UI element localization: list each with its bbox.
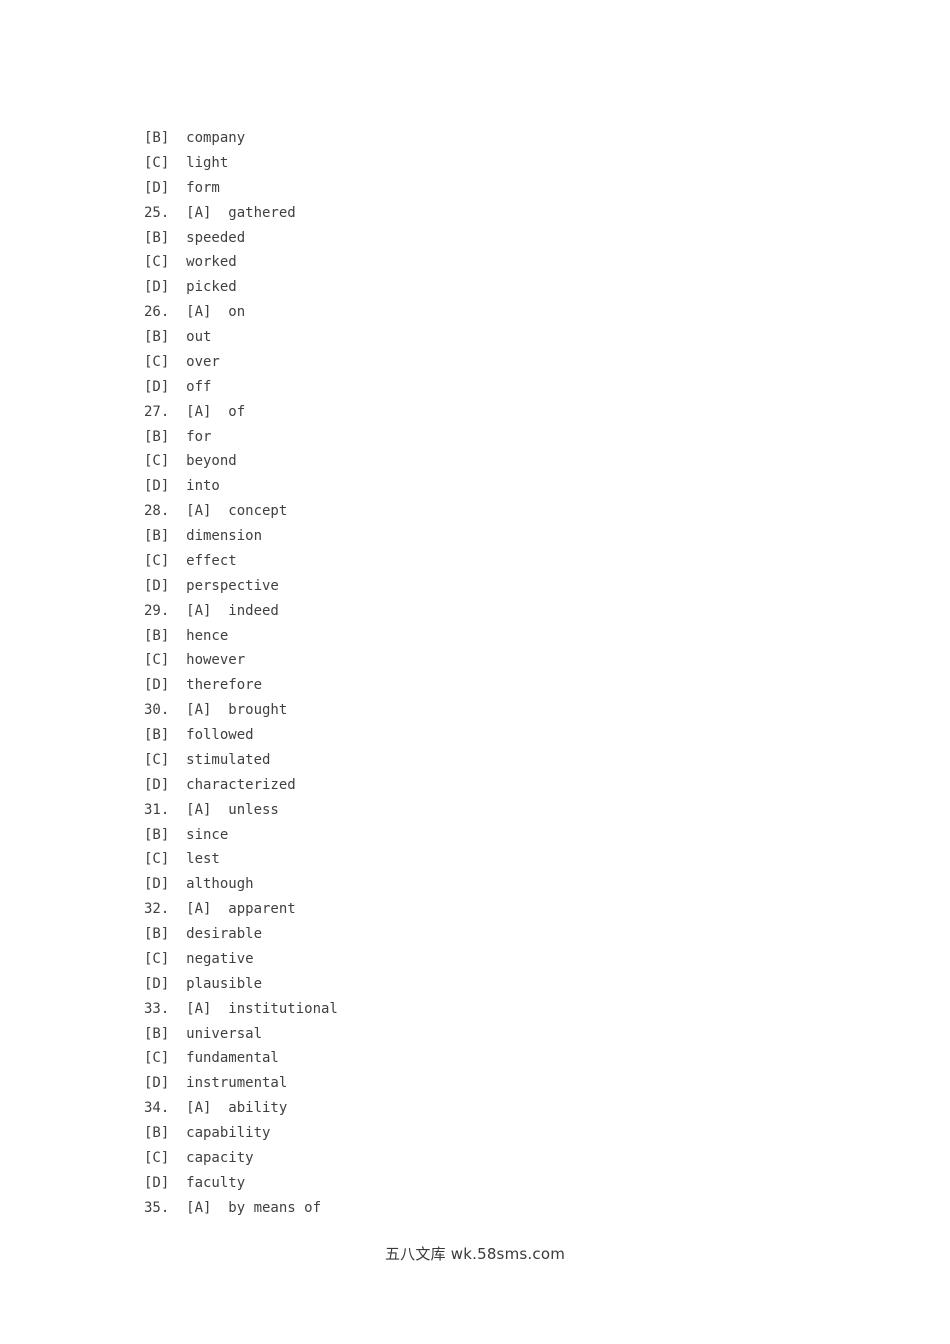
option-line: [B] followed [144,727,254,743]
option-line: [D] although [144,876,254,893]
option-line: [C] beyond [144,453,237,470]
option-line: 33. [A] institutional [144,1000,338,1017]
option-line: [D] perspective [144,577,279,594]
option-line: [B] since [144,826,229,843]
answer-options-list: [B] company [C] light [D] form 25. [A] gath… [144,126,844,1221]
option-line: [C] capacity [144,1149,254,1166]
option-line: [D] plausible [144,975,263,992]
option-line: [C] light [144,154,229,171]
option-line: [B] out [144,329,212,345]
option-line: [D] off [144,378,212,395]
option-line: 31. [A] unless [144,801,279,818]
option-line: [D] picked [144,279,237,296]
option-line: [C] negative [144,950,254,967]
option-line: [C] however [144,652,246,669]
option-line: [D] form [144,179,220,196]
option-line: [B] desirable [144,926,263,942]
option-line: [D] faculty [144,1174,246,1191]
option-line: [B] speeded [144,229,246,246]
option-line: 25. [A] gathered [144,204,296,221]
document-page: [B] company [C] light [D] form 25. [A] gath… [0,0,950,1344]
option-line: 35. [A] by means of [144,1199,322,1216]
option-line: 26. [A] on [144,304,246,321]
option-line: [C] stimulated [144,751,271,768]
option-line: [C] lest [144,851,220,868]
option-line: 28. [A] concept [144,503,288,520]
option-line: 32. [A] apparent [144,901,296,918]
option-line: [C] effect [144,552,237,569]
option-line: 30. [A] brought [144,702,288,719]
option-line: [B] for [144,428,212,445]
option-line: 34. [A] ability [144,1100,288,1117]
option-line: 27. [A] of [144,403,246,420]
option-line: [C] fundamental [144,1050,279,1067]
option-line: [B] universal [144,1025,263,1042]
option-line: [D] into [144,478,220,495]
option-line: 29. [A] indeed [144,602,279,619]
watermark-text: 五八文库 wk.58sms.com [384,1245,566,1263]
option-line: [C] worked [144,254,237,271]
option-line: [D] characterized [144,776,296,793]
option-line: [D] instrumental [144,1075,288,1092]
option-line: [B] hence [144,627,229,644]
option-line: [B] dimension [144,528,263,544]
option-line: [B] company [144,130,246,146]
option-line: [B] capability [144,1125,271,1141]
option-line: [C] over [144,353,220,370]
option-line: [D] therefore [144,677,263,694]
